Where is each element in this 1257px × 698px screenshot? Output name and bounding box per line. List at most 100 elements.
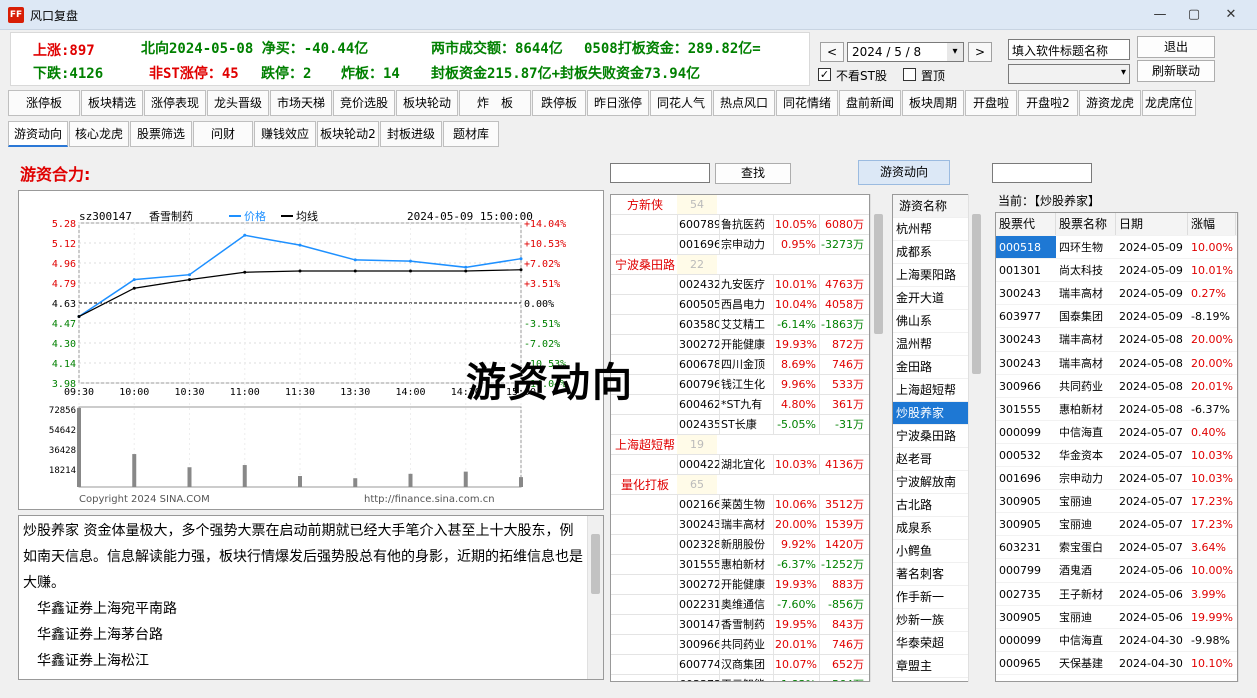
tab-primary-0[interactable]: 涨停板	[8, 90, 80, 116]
table-row[interactable]: 002166 莱茵生物 10.06% 3512万	[611, 495, 869, 515]
table-row[interactable]: 600789 鲁抗医药 10.05% 6080万	[611, 215, 869, 235]
pin-top-checkbox[interactable]	[903, 68, 916, 81]
tab-primary-7[interactable]: 炸 板	[459, 90, 531, 116]
tab-secondary-7[interactable]: 题材库	[443, 121, 499, 147]
table-row[interactable]: 300272 开能健康 19.93% 872万	[611, 335, 869, 355]
group-row[interactable]: 宁波桑田路 22	[611, 255, 869, 275]
table-row[interactable]: 600462 *ST九有 4.80% 361万	[611, 395, 869, 415]
title-select[interactable]: ▾	[1008, 64, 1130, 84]
column-header[interactable]: 股票代	[996, 213, 1056, 236]
tab-secondary-2[interactable]: 股票筛选	[130, 121, 192, 147]
tab-secondary-0[interactable]: 游资动向	[8, 121, 68, 147]
tab-primary-16[interactable]: 开盘啦2	[1018, 90, 1078, 116]
description-scrollbar[interactable]	[587, 516, 603, 679]
history-table-scrollbar[interactable]	[1238, 212, 1254, 682]
group-row[interactable]: 量化打板 65	[611, 475, 869, 495]
tab-primary-11[interactable]: 热点风口	[713, 90, 775, 116]
close-button[interactable]: ✕	[1214, 4, 1248, 26]
table-row[interactable]: 000422 湖北宜化 10.03% 4136万	[611, 455, 869, 475]
table-row[interactable]: 300905 宝丽迪 2024-05-07 17.23%	[996, 490, 1237, 514]
refresh-button[interactable]: 刷新联动	[1137, 60, 1215, 82]
table-row[interactable]: 001696 宗申动力 0.95% -3273万	[611, 235, 869, 255]
column-header[interactable]: 涨幅	[1188, 213, 1236, 236]
table-row[interactable]: 300147 香雪制药 19.95% 843万	[611, 615, 869, 635]
table-row[interactable]: 300243 瑞丰高材 2024-05-08 20.00%	[996, 328, 1237, 352]
table-row[interactable]: 603373天元智能-1.83%-564万	[611, 675, 869, 681]
prev-date-button[interactable]: <	[820, 42, 844, 62]
tab-secondary-5[interactable]: 板块轮动2	[317, 121, 379, 147]
chevron-down-icon[interactable]: ▾	[947, 43, 963, 61]
tab-primary-9[interactable]: 昨日涨停	[587, 90, 649, 116]
table-row[interactable]: 001301 尚太科技 2024-05-09 10.01%	[996, 259, 1237, 283]
tab-primary-10[interactable]: 同花人气	[650, 90, 712, 116]
table-row[interactable]: 001696 宗申动力 2024-05-07 10.03%	[996, 467, 1237, 491]
table-row[interactable]: 300966 共同药业 20.01% 746万	[611, 635, 869, 655]
group-row[interactable]: 上海超短帮 19	[611, 435, 869, 455]
table-row[interactable]: 603977 国泰集团 2024-05-09 -8.19%	[996, 305, 1237, 329]
column-header[interactable]: 股票名称	[1056, 213, 1116, 236]
tab-primary-3[interactable]: 龙头晋级	[207, 90, 269, 116]
tab-primary-1[interactable]: 板块精选	[81, 90, 143, 116]
cell-code: 300243	[999, 356, 1041, 370]
table-row[interactable]: 002432 九安医疗 10.01% 4763万	[611, 275, 869, 295]
youzi-button[interactable]: 游资动向	[858, 160, 950, 185]
table-row[interactable]: 301555 惠柏新材 -6.37% -1252万	[611, 555, 869, 575]
date-picker[interactable]: 2024 / 5 / 8 ▾	[847, 42, 964, 62]
table-row[interactable]: 301555 惠柏新材 2024-05-08 -6.37%	[996, 398, 1237, 421]
stock-table-scrollbar[interactable]	[870, 194, 886, 682]
table-row[interactable]: 603580 艾艾精工 -6.14% -1863万	[611, 315, 869, 335]
maximize-button[interactable]: ▢	[1177, 4, 1211, 26]
tab-primary-12[interactable]: 同花情绪	[776, 90, 838, 116]
tab-primary-13[interactable]: 盘前新闻	[839, 90, 901, 116]
title-input[interactable]: 填入软件标题名称	[1008, 39, 1130, 60]
table-row[interactable]: 600678 四川金顶 8.69% 746万	[611, 355, 869, 375]
table-row[interactable]: 600505 西昌电力 10.04% 4058万	[611, 295, 869, 315]
tab-primary-17[interactable]: 游资龙虎	[1079, 90, 1141, 116]
table-row[interactable]: 603231 索宝蛋白 2024-05-07 3.64%	[996, 536, 1237, 560]
table-row[interactable]: 300905 宝丽迪 2024-05-07 17.23%	[996, 513, 1237, 537]
group-row[interactable]: 方新侠 54	[611, 195, 869, 215]
tab-primary-14[interactable]: 板块周期	[902, 90, 964, 116]
hide-st-checkbox[interactable]: ✓	[818, 68, 831, 81]
cell-change: 3.64%	[1191, 541, 1226, 555]
table-row[interactable]: 300272 开能健康 19.93% 883万	[611, 575, 869, 595]
table-row[interactable]: 002328 新朋股份 9.92% 1420万	[611, 535, 869, 555]
table-row[interactable]: 300243 瑞丰高材 2024-05-08 20.00%	[996, 352, 1237, 375]
table-row[interactable]: 002231 奥维通信 -7.60% -856万	[611, 595, 869, 615]
table-row[interactable]: 000799 酒鬼酒 2024-05-06 10.00%	[996, 559, 1237, 583]
table-row[interactable]: 000518 四环生物 2024-05-09 10.00%	[996, 236, 1237, 260]
tab-primary-5[interactable]: 竞价选股	[333, 90, 395, 116]
tab-primary-15[interactable]: 开盘啦	[965, 90, 1017, 116]
minimize-button[interactable]: —	[1143, 4, 1177, 26]
tab-primary-8[interactable]: 跌停板	[532, 90, 586, 116]
tab-primary-18[interactable]: 龙虎席位	[1142, 90, 1196, 116]
tab-primary-4[interactable]: 市场天梯	[270, 90, 332, 116]
tab-secondary-1[interactable]: 核心龙虎	[69, 121, 129, 147]
tab-secondary-6[interactable]: 封板进级	[380, 121, 442, 147]
tab-secondary-4[interactable]: 赚钱效应	[254, 121, 316, 147]
tab-primary-6[interactable]: 板块轮动	[396, 90, 458, 116]
table-row[interactable]: 002735 王子新材 2024-05-06 3.99%	[996, 583, 1237, 606]
table-row[interactable]: 000099 中信海直 2024-05-07 0.40%	[996, 421, 1237, 444]
table-row[interactable]: 002435 ST长康 -5.05% -31万	[611, 415, 869, 435]
table-row[interactable]: 000099 中信海直 2024-04-30 -9.98%	[996, 629, 1237, 652]
filter-input[interactable]	[992, 163, 1092, 183]
column-header[interactable]: 日期	[1116, 213, 1188, 236]
table-row[interactable]: 600774 汉商集团 10.07% 652万	[611, 655, 869, 675]
tab-secondary-3[interactable]: 问财	[193, 121, 253, 147]
table-row[interactable]: 300243 瑞丰高材 20.00% 1539万	[611, 515, 869, 535]
table-row[interactable]: 300905 宝丽迪 2024-05-06 19.99%	[996, 606, 1237, 629]
exit-button[interactable]: 退出	[1137, 36, 1215, 58]
stock-change: -6.37%	[773, 555, 819, 574]
name-list-scrollbar[interactable]	[968, 194, 984, 682]
table-row[interactable]: 300966 共同药业 2024-05-08 20.01%	[996, 375, 1237, 398]
next-date-button[interactable]: >	[968, 42, 992, 62]
search-button[interactable]: 查找	[715, 163, 791, 184]
table-row[interactable]: 300243 瑞丰高材 2024-05-09 0.27%	[996, 282, 1237, 306]
tab-primary-2[interactable]: 涨停表现	[144, 90, 206, 116]
search-input[interactable]	[610, 163, 710, 183]
group-name: 量化打板	[620, 478, 669, 492]
table-row[interactable]: 000965 天保基建 2024-04-30 10.10%	[996, 652, 1237, 675]
table-row[interactable]: 600796 钱江生化 9.96% 533万	[611, 375, 869, 395]
table-row[interactable]: 000532 华金资本 2024-05-07 10.03%	[996, 444, 1237, 468]
